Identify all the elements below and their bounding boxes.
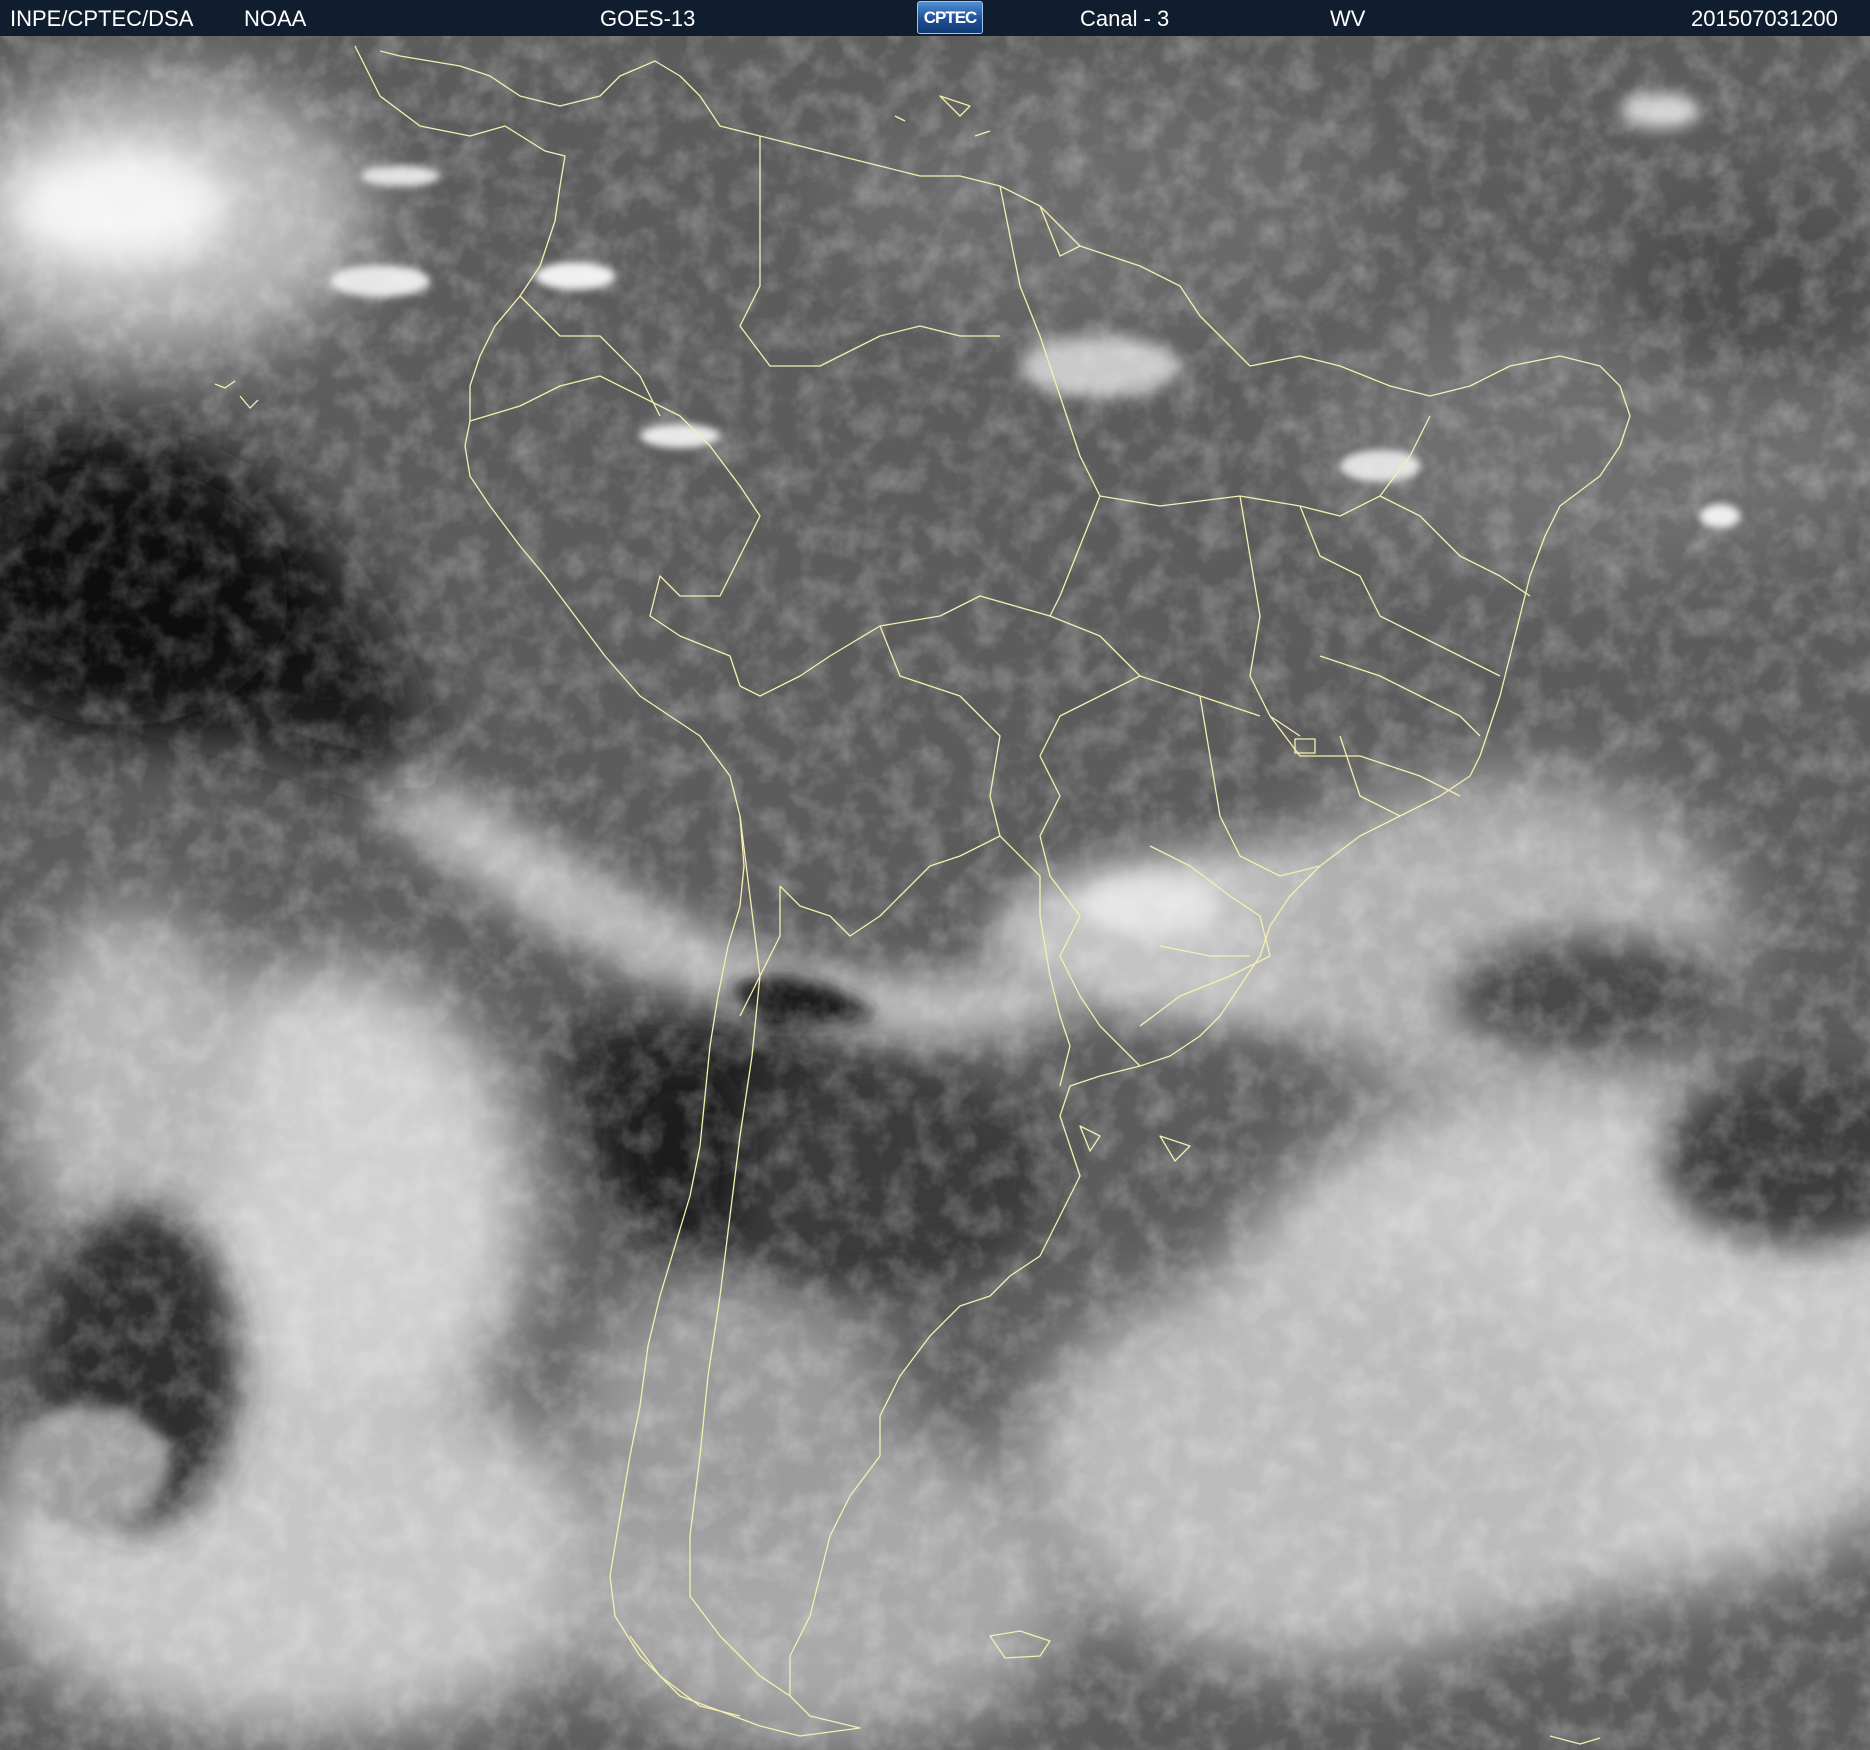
satellite-image (0, 36, 1870, 1750)
satellite-label: GOES-13 (600, 6, 696, 31)
channel-label: Canal - 3 (1080, 6, 1170, 31)
band-label: WV (1330, 6, 1366, 31)
water-vapor-imagery (0, 36, 1870, 1750)
provider-label: NOAA (244, 6, 307, 31)
cptec-logo: CPTEC (917, 1, 983, 34)
image-header-bar: INPE/CPTEC/DSA NOAA GOES-13 CPTEC Canal … (0, 0, 1870, 36)
timestamp-label: 201507031200 (1691, 6, 1838, 31)
agency-label: INPE/CPTEC/DSA (10, 6, 194, 31)
